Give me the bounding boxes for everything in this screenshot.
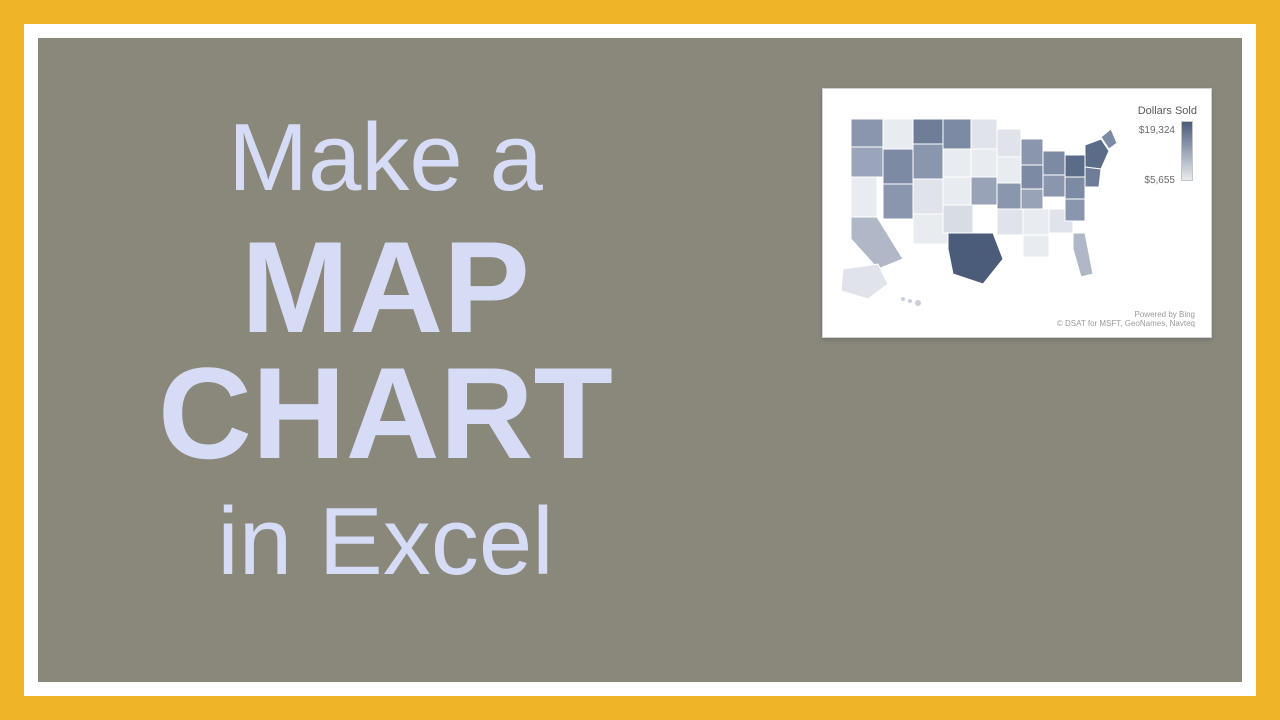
usa-map-icon — [833, 99, 1133, 309]
map-chart-content: Dollars Sold $19,324 $5,655 — [833, 99, 1201, 331]
attribution-line-1: Powered by Bing — [1057, 310, 1195, 320]
title-line-4: in Excel — [158, 492, 613, 593]
slide-canvas: Make a MAP CHART in Excel Dollars Sold $… — [38, 38, 1242, 682]
inner-white-frame: Make a MAP CHART in Excel Dollars Sold $… — [24, 24, 1256, 696]
outer-border-frame: Make a MAP CHART in Excel Dollars Sold $… — [0, 0, 1280, 720]
map-legend: Dollars Sold $19,324 $5,655 — [1131, 105, 1197, 181]
map-attribution: Powered by Bing © DSAT for MSFT, GeoName… — [1057, 310, 1195, 329]
title-block: Make a MAP CHART in Excel — [158, 108, 613, 593]
legend-gradient-bar — [1181, 121, 1193, 181]
title-line-1: Make a — [158, 108, 613, 209]
map-chart-thumbnail: Dollars Sold $19,324 $5,655 — [822, 88, 1212, 338]
legend-title: Dollars Sold — [1131, 105, 1197, 117]
title-line-2: MAP — [158, 219, 613, 356]
attribution-line-2: © DSAT for MSFT, GeoNames, Navteq — [1057, 319, 1195, 329]
legend-max-value: $19,324 — [1139, 125, 1175, 136]
title-line-3: CHART — [158, 345, 613, 482]
legend-min-value: $5,655 — [1144, 175, 1175, 186]
